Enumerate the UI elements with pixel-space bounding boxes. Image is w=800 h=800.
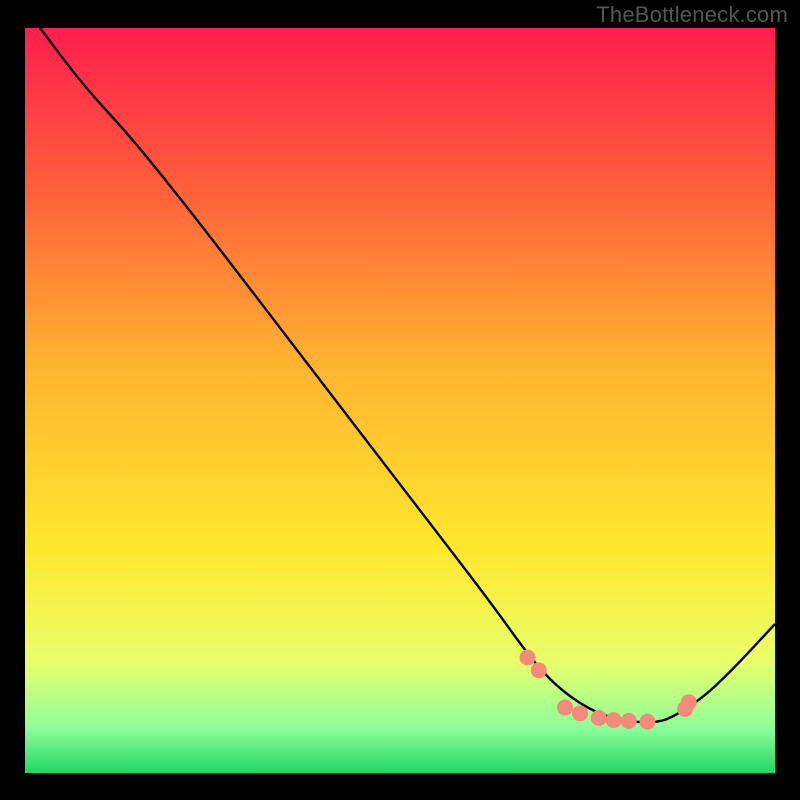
marker-dot — [557, 699, 573, 715]
marker-dot — [681, 694, 697, 710]
chart-svg — [25, 28, 775, 773]
marker-dot — [640, 714, 656, 730]
marker-dot — [531, 662, 547, 678]
marker-dot — [572, 705, 588, 721]
watermark-text: TheBottleneck.com — [596, 2, 788, 28]
marker-dot — [606, 712, 622, 728]
marker-dot — [621, 713, 637, 729]
marker-dot — [591, 710, 607, 726]
marker-dot — [520, 650, 536, 666]
chart-area — [25, 28, 775, 773]
gradient-background — [25, 28, 775, 773]
